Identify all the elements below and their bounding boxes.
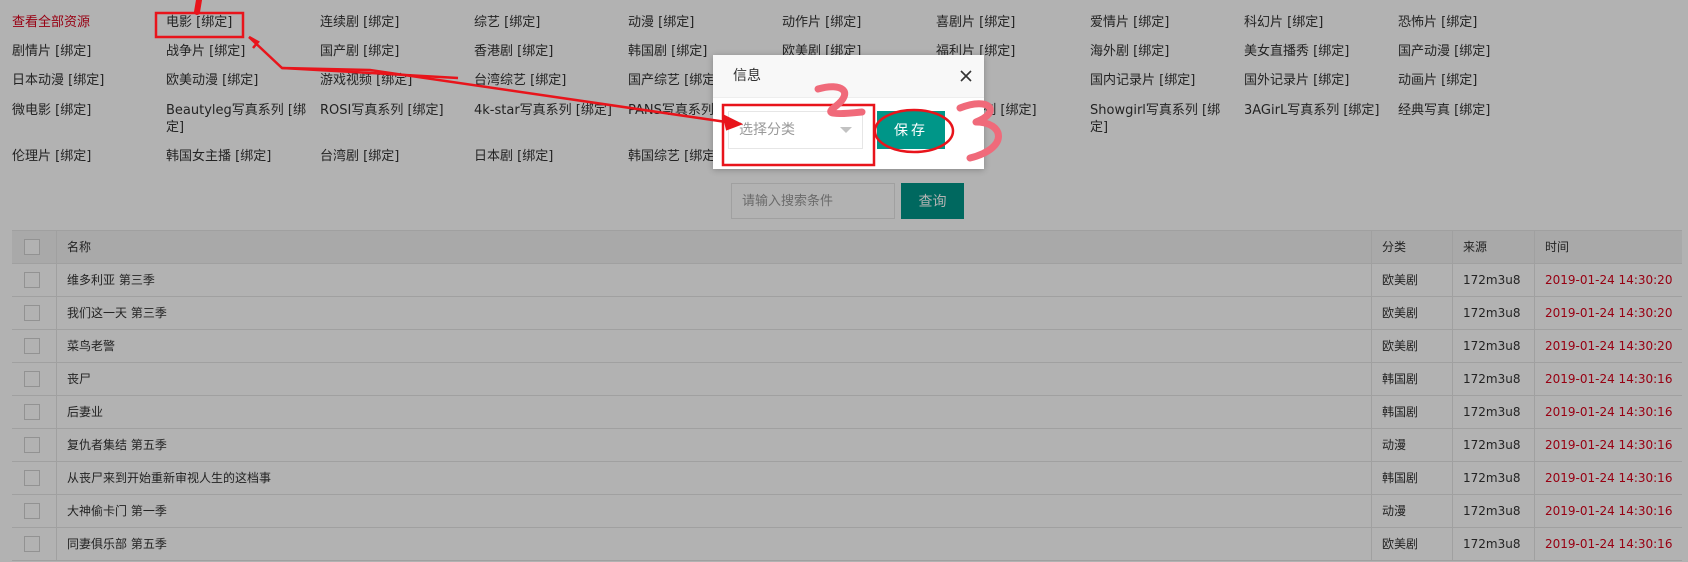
chevron-down-icon bbox=[840, 127, 852, 133]
category-select[interactable]: 选择分类 bbox=[728, 111, 863, 149]
close-icon[interactable] bbox=[958, 68, 974, 84]
save-button[interactable]: 保存 bbox=[877, 111, 945, 149]
page: 查看全部资源 电影 [绑定] 连续剧 [绑定] 综艺 [绑定] 动漫 [绑定] 动作片 [… bbox=[0, 0, 1688, 562]
category-select-placeholder: 选择分类 bbox=[739, 122, 795, 138]
info-dialog: 信息 选择分类 保存 bbox=[713, 55, 984, 169]
dialog-title: 信息 bbox=[713, 55, 984, 98]
